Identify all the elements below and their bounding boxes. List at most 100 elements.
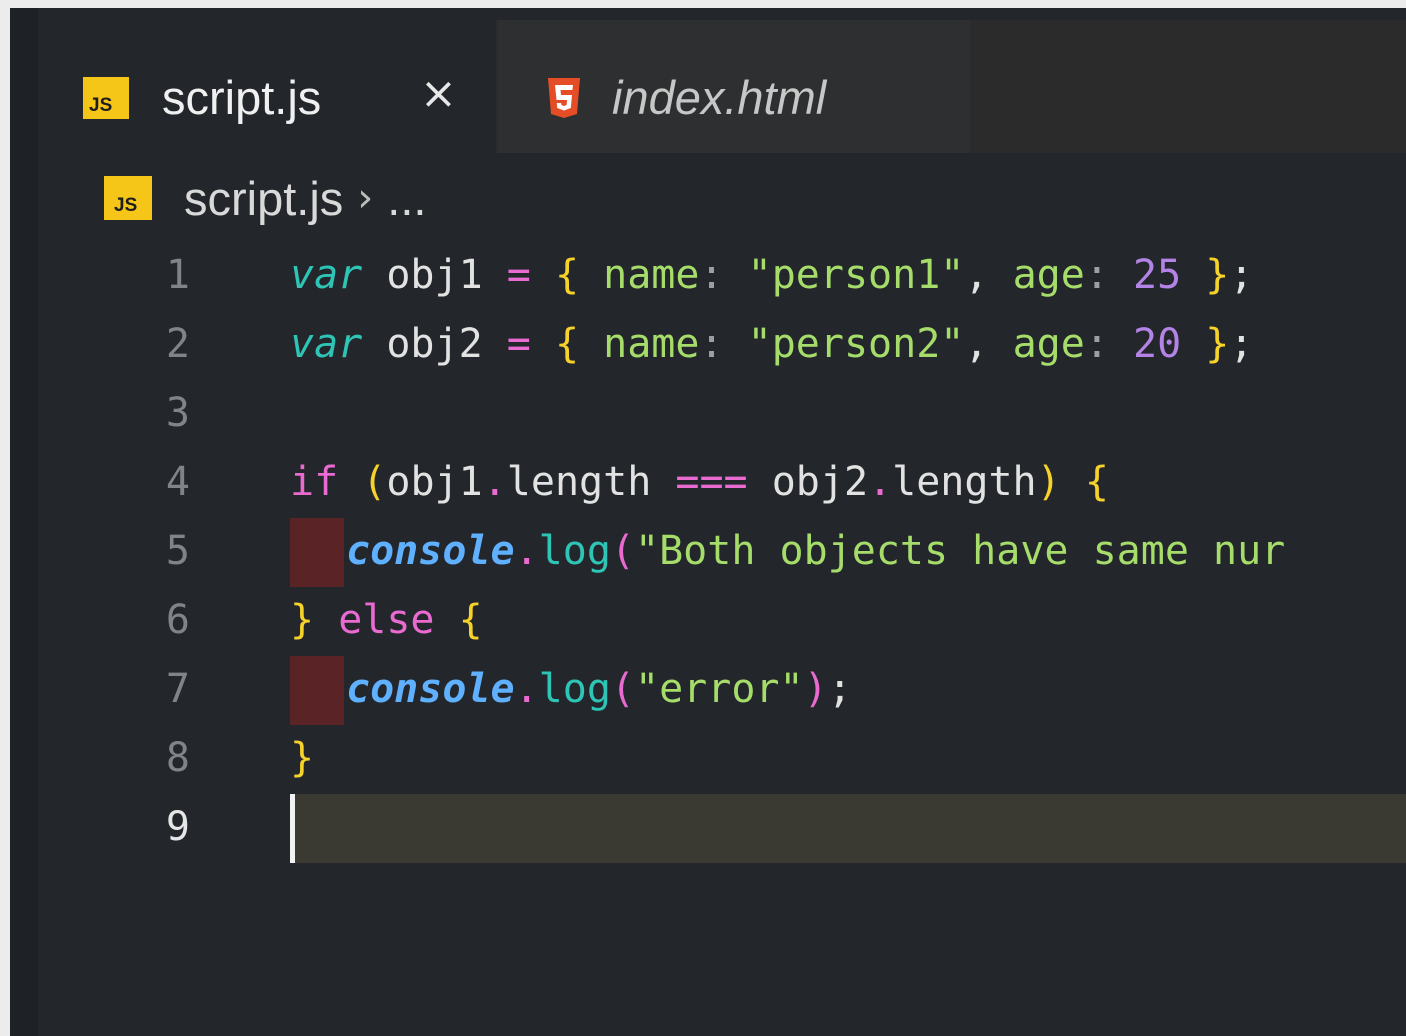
code-token: log <box>538 666 611 712</box>
tab-script-js[interactable]: JS script.js × <box>38 20 496 153</box>
code-token: "Both objects have same nur <box>635 528 1286 574</box>
code-token: ; <box>1229 252 1254 298</box>
code-token: { <box>1084 459 1109 505</box>
chevron-right-icon: › <box>357 175 374 221</box>
code-token: , <box>964 321 1013 367</box>
code-token: if <box>290 459 339 505</box>
code-token: = <box>506 252 531 298</box>
code-token: : <box>1084 321 1109 367</box>
code-token: . <box>514 528 539 574</box>
code-line[interactable]: 4 if (obj1.length === obj2.length) { <box>10 449 1406 518</box>
code-token: { <box>554 252 580 298</box>
code-token: name <box>579 252 700 298</box>
code-token: length <box>506 459 676 505</box>
indent-marker <box>290 518 344 587</box>
code-text: if (obj1.length === obj2.length) { <box>290 459 1109 505</box>
tab-label: script.js <box>162 71 322 124</box>
close-icon[interactable]: × <box>420 72 457 116</box>
code-token: ) <box>1036 459 1061 505</box>
tab-index-html[interactable]: index.html <box>498 20 970 153</box>
code-token: obj1 <box>362 252 507 298</box>
code-token: else <box>338 597 435 643</box>
line-number: 9 <box>165 804 190 850</box>
code-token: } <box>1205 252 1230 298</box>
code-token: name <box>579 321 700 367</box>
code-line[interactable]: 3 <box>10 380 1406 449</box>
code-token: === <box>675 459 748 505</box>
code-token: 20 <box>1133 321 1182 367</box>
code-token: . <box>514 666 539 712</box>
breadcrumb-file[interactable]: script.js <box>184 171 343 226</box>
line-number: 7 <box>165 666 190 712</box>
code-text: console.log("Both objects have same nur <box>346 528 1285 574</box>
code-token: ( <box>610 666 636 712</box>
code-token: } <box>1205 321 1230 367</box>
js-file-icon: JS <box>104 176 152 220</box>
code-token: length <box>892 459 1037 505</box>
code-text: console.log("error"); <box>346 666 852 712</box>
indent-marker <box>290 656 344 725</box>
breadcrumb-symbols[interactable]: ... <box>387 171 426 226</box>
code-token: ) <box>803 666 828 712</box>
code-token: 25 <box>1133 252 1182 298</box>
breadcrumb: JS script.js › ... <box>104 168 426 228</box>
code-line[interactable]: 6 } else { <box>10 587 1406 656</box>
code-line[interactable]: 5 console.log("Both objects have same nur <box>10 518 1406 587</box>
line-number: 2 <box>165 321 190 367</box>
code-token: log <box>538 528 611 574</box>
code-token: ( <box>610 528 636 574</box>
code-token: ; <box>1229 321 1254 367</box>
code-token: var <box>290 321 363 367</box>
code-token: , <box>964 252 1013 298</box>
current-line-highlight <box>290 794 1406 863</box>
js-file-icon: JS <box>83 77 129 119</box>
code-line[interactable]: 7 console.log("error"); <box>10 656 1406 725</box>
line-number: 4 <box>165 459 190 505</box>
line-number: 5 <box>165 528 190 574</box>
editor-window: JS script.js × index.html JS script.js ›… <box>10 8 1406 1036</box>
line-number: 8 <box>165 735 190 781</box>
code-line[interactable]: 1 var obj1 = { name: "person1", age: 25 }… <box>10 242 1406 311</box>
code-token: obj2 <box>362 321 507 367</box>
code-token: obj2 <box>747 459 869 505</box>
code-token: console <box>346 528 515 574</box>
code-token: "person1" <box>747 252 965 298</box>
code-token: "person2" <box>747 321 965 367</box>
code-token: age <box>1012 321 1085 367</box>
code-text: } <box>290 735 314 781</box>
code-token: . <box>868 459 893 505</box>
code-token: = <box>506 321 531 367</box>
code-text: var obj2 = { name: "person2", age: 20 }; <box>290 321 1253 367</box>
code-line[interactable]: 8} <box>10 725 1406 794</box>
tab-bar: JS script.js × index.html <box>38 20 1406 153</box>
code-line[interactable]: 9 <box>10 794 1406 863</box>
code-token: } <box>290 735 315 781</box>
code-token: console <box>346 666 515 712</box>
line-number: 1 <box>165 252 190 298</box>
line-number: 6 <box>165 597 190 643</box>
html5-file-icon <box>548 78 580 118</box>
code-token: "error" <box>635 666 804 712</box>
code-token: obj1 <box>386 459 483 505</box>
tab-label: index.html <box>612 71 827 124</box>
code-line[interactable]: 2 var obj2 = { name: "person2", age: 20 }… <box>10 311 1406 380</box>
text-cursor <box>290 794 295 863</box>
code-token: : <box>699 321 724 367</box>
code-token: ( <box>362 459 387 505</box>
code-token: . <box>482 459 507 505</box>
code-token: var <box>290 252 363 298</box>
code-token: { <box>554 321 580 367</box>
code-token: age <box>1012 252 1085 298</box>
code-token: : <box>699 252 724 298</box>
code-text: var obj1 = { name: "person1", age: 25 }; <box>290 252 1253 298</box>
code-text: } else { <box>290 597 483 643</box>
